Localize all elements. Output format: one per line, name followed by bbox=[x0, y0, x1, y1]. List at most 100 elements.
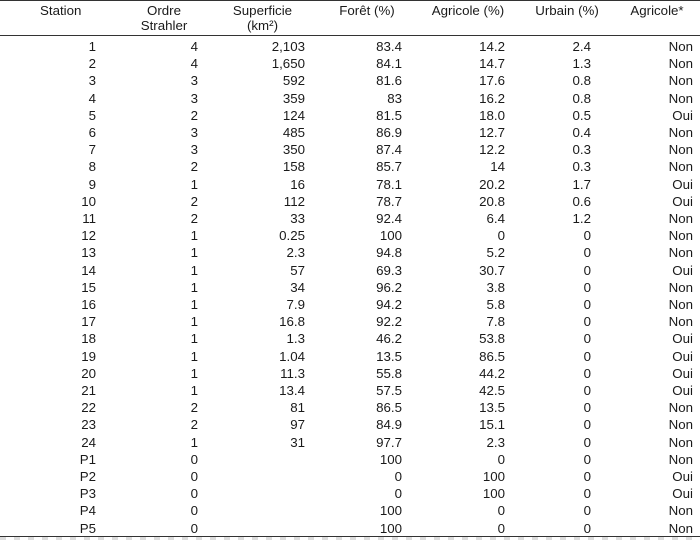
header-agricultural-flag: Agricole* bbox=[630, 3, 684, 18]
cell-strahler-order: 3 bbox=[190, 73, 198, 89]
cell-forest-pct: 0 bbox=[394, 469, 402, 484]
cell-urban-pct: 0.8 bbox=[572, 73, 592, 89]
cell-agricultural-pct: 3.8 bbox=[486, 279, 506, 295]
cell-forest-pct: 100 bbox=[379, 451, 402, 467]
cell-agricultural-flag: Non bbox=[668, 39, 693, 54]
cell-forest-pct: 46.2 bbox=[376, 331, 402, 347]
cell-strahler-order: 1 bbox=[190, 245, 198, 261]
cell-agricultural-flag: Oui bbox=[672, 193, 693, 209]
cell-agricultural-pct: 2.3 bbox=[486, 434, 506, 450]
table-row: 8 2 158 85.7 14 0.3 Non bbox=[0, 158, 700, 175]
table-row: 21 1 13.4 57.5 42.5 0 Oui bbox=[0, 382, 700, 399]
cell-urban-pct: 0 bbox=[583, 314, 591, 330]
cell-urban-pct: 0 bbox=[583, 486, 591, 502]
table-row: 5 2 124 81.5 18.0 0.5 Oui bbox=[0, 107, 700, 124]
cell-forest-pct: 96.2 bbox=[376, 279, 402, 295]
cell-area: 16 bbox=[290, 176, 305, 192]
table-row: 7 3 350 87.4 12.2 0.3 Non bbox=[0, 141, 700, 158]
cell-strahler-order: 2 bbox=[190, 400, 198, 416]
cell-agricultural-flag: Oui bbox=[672, 331, 693, 347]
cell-strahler-order: 2 bbox=[190, 159, 198, 175]
cell-strahler-order: 4 bbox=[190, 56, 198, 72]
cell-station: 9 bbox=[88, 176, 96, 192]
cell-forest-pct: 100 bbox=[379, 520, 402, 536]
cell-strahler-order: 2 bbox=[190, 211, 198, 226]
cell-station: 21 bbox=[81, 383, 96, 398]
header-agricultural: Agricole (%) bbox=[431, 3, 505, 18]
cell-agricultural-flag: Non bbox=[668, 279, 693, 295]
cell-agricultural-flag: Non bbox=[668, 503, 693, 519]
cell-agricultural-pct: 18.0 bbox=[479, 107, 505, 123]
cell-urban-pct: 0 bbox=[583, 469, 591, 484]
cell-station: 16 bbox=[81, 297, 96, 312]
cell-forest-pct: 0 bbox=[394, 486, 402, 502]
cell-area: 7.9 bbox=[286, 297, 306, 312]
cell-station: P2 bbox=[79, 469, 96, 484]
cell-urban-pct: 0 bbox=[583, 262, 591, 278]
cell-station: 24 bbox=[81, 434, 96, 450]
cell-agricultural-flag: Non bbox=[668, 417, 693, 433]
cell-agricultural-pct: 16.2 bbox=[479, 90, 505, 106]
cell-station: 1 bbox=[88, 39, 96, 54]
table-row: 16 1 7.9 94.2 5.8 0 Non bbox=[0, 296, 700, 313]
cell-agricultural-pct: 0 bbox=[497, 520, 505, 536]
cell-urban-pct: 0.6 bbox=[572, 193, 592, 209]
cell-strahler-order: 2 bbox=[190, 417, 198, 433]
cell-agricultural-flag: Non bbox=[668, 297, 693, 312]
cell-agricultural-flag: Non bbox=[668, 245, 693, 261]
cell-agricultural-pct: 86.5 bbox=[479, 348, 505, 364]
cell-area: 1,650 bbox=[271, 56, 305, 72]
cell-agricultural-flag: Oui bbox=[672, 107, 693, 123]
cell-forest-pct: 81.5 bbox=[376, 107, 402, 123]
cell-agricultural-pct: 5.2 bbox=[486, 245, 506, 261]
cell-forest-pct: 87.4 bbox=[376, 142, 402, 158]
cell-strahler-order: 4 bbox=[190, 39, 198, 54]
header-strahler-order: Ordre Strahler bbox=[140, 3, 188, 33]
table-row: 13 1 2.3 94.8 5.2 0 Non bbox=[0, 244, 700, 261]
table-row: 9 1 16 78.1 20.2 1.7 Oui bbox=[0, 176, 700, 193]
table-row: 20 1 11.3 55.8 44.2 0 Oui bbox=[0, 365, 700, 382]
cell-agricultural-pct: 5.8 bbox=[486, 297, 506, 312]
cell-station: 6 bbox=[88, 125, 96, 140]
cell-urban-pct: 0 bbox=[583, 365, 591, 381]
cell-agricultural-pct: 0 bbox=[497, 228, 505, 244]
cell-station: P3 bbox=[79, 486, 96, 502]
cell-strahler-order: 1 bbox=[190, 348, 198, 364]
cell-area: 81 bbox=[290, 400, 305, 416]
cell-area: 2,103 bbox=[271, 39, 305, 54]
cell-station: 3 bbox=[88, 73, 96, 89]
cell-forest-pct: 100 bbox=[379, 228, 402, 244]
header-urban: Urbain (%) bbox=[535, 3, 599, 18]
cell-strahler-order: 1 bbox=[190, 176, 198, 192]
table-row: 12 1 0.25 100 0 0 Non bbox=[0, 227, 700, 244]
cell-agricultural-flag: Non bbox=[668, 451, 693, 467]
cell-area: 16.8 bbox=[279, 314, 305, 330]
table-row: 6 3 485 86.9 12.7 0.4 Non bbox=[0, 124, 700, 141]
cell-strahler-order: 1 bbox=[190, 365, 198, 381]
table-row: 23 2 97 84.9 15.1 0 Non bbox=[0, 416, 700, 433]
cell-agricultural-flag: Oui bbox=[672, 176, 693, 192]
cell-station: 4 bbox=[88, 90, 96, 106]
table-row: 17 1 16.8 92.2 7.8 0 Non bbox=[0, 313, 700, 330]
cell-agricultural-flag: Non bbox=[668, 159, 693, 175]
cell-station: 23 bbox=[81, 417, 96, 433]
cell-forest-pct: 78.7 bbox=[376, 193, 402, 209]
cell-urban-pct: 0 bbox=[583, 383, 591, 398]
table-row: 3 3 592 81.6 17.6 0.8 Non bbox=[0, 72, 700, 89]
cell-urban-pct: 0 bbox=[583, 520, 591, 536]
cell-urban-pct: 2.4 bbox=[572, 39, 592, 54]
cell-agricultural-pct: 20.2 bbox=[479, 176, 505, 192]
table-row: 24 1 31 97.7 2.3 0 Non bbox=[0, 434, 700, 451]
cell-station: 15 bbox=[81, 279, 96, 295]
cell-agricultural-flag: Non bbox=[668, 520, 693, 536]
cell-forest-pct: 86.5 bbox=[376, 400, 402, 416]
cell-agricultural-pct: 0 bbox=[497, 503, 505, 519]
cell-forest-pct: 92.2 bbox=[376, 314, 402, 330]
top-rule bbox=[0, 0, 700, 1]
cell-agricultural-flag: Oui bbox=[672, 348, 693, 364]
cell-station: 20 bbox=[81, 365, 96, 381]
cell-forest-pct: 86.9 bbox=[376, 125, 402, 140]
cell-agricultural-pct: 17.6 bbox=[479, 73, 505, 89]
cell-agricultural-flag: Non bbox=[668, 400, 693, 416]
cell-station: 17 bbox=[81, 314, 96, 330]
